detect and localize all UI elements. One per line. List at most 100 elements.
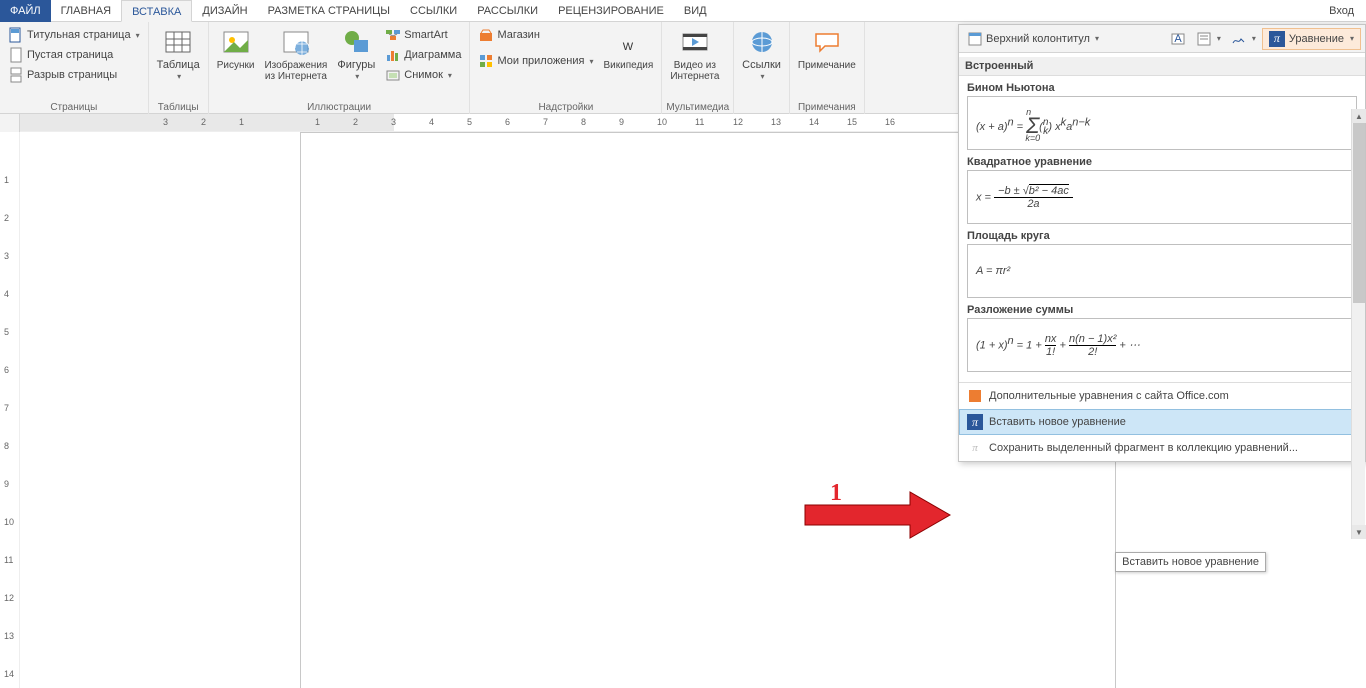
page-break-button[interactable]: Разрыв страницы [4,65,144,85]
equation-dropdown: Верхний колонтитул▾ A ▾ ▾ πУравнение▾ Вс… [958,24,1366,462]
tab-review[interactable]: РЕЦЕНЗИРОВАНИЕ [548,0,674,22]
links-icon [746,26,778,58]
header-button[interactable]: Верхний колонтитул▾ [963,29,1103,49]
shapes-label: Фигуры [337,59,375,71]
smartart-icon [385,27,401,43]
tab-home[interactable]: ГЛАВНАЯ [51,0,121,22]
group-links: Ссылки▾ [734,22,790,114]
table-button[interactable]: Таблица▾ [153,24,204,84]
my-addins-icon [478,53,494,69]
dropdown-arrow-icon: ▾ [177,72,181,81]
dropdown-arrow-icon: ▾ [1095,34,1099,43]
group-pages-label: Страницы [4,102,144,114]
ruler-corner [0,114,20,132]
wikipedia-icon: W [612,26,644,58]
chart-button[interactable]: Диаграмма [381,45,465,65]
pi-icon: π [967,414,983,430]
page-break-icon [8,67,24,83]
online-video-button[interactable]: Видео из Интернета [666,24,723,84]
dropdown-arrow-icon: ▾ [136,31,140,40]
store-button[interactable]: Магазин [474,25,597,45]
my-addins-button[interactable]: Мои приложения ▾ [474,51,597,71]
equation-category-circle: Площадь круга [967,230,1357,242]
screenshot-button[interactable]: Снимок▾ [381,65,465,85]
quickparts-small-button[interactable]: ▾ [1192,29,1225,49]
gallery-scrollbar[interactable]: ▲ ▼ [1351,109,1365,539]
scroll-down-icon[interactable]: ▼ [1352,525,1366,539]
svg-text:W: W [623,41,634,53]
dropdown-arrow-icon: ▾ [448,71,452,80]
equation-item-binomial[interactable]: (x + a)n = Σk=0n(nk) xkan−k [967,96,1357,150]
group-comments-label: Примечания [794,102,860,114]
equation-formula: x = −b ± √b² − 4ac2a [976,185,1073,210]
group-pages: Титульная страница▾ Пустая страница Разр… [0,22,149,114]
quickparts-icon [1196,31,1212,47]
group-illustrations: Рисунки Изображения из Интернета Фигуры▾… [209,22,471,114]
blank-page-label: Пустая страница [27,49,113,61]
dropdown-arrow-icon: ▾ [589,57,593,66]
textbox-icon: A [1170,31,1186,47]
dropdown-arrow-icon: ▾ [1252,34,1256,43]
blank-page-button[interactable]: Пустая страница [4,45,144,65]
wikipedia-button[interactable]: W Википедия [600,24,658,73]
signature-icon [1231,31,1247,47]
cover-page-button[interactable]: Титульная страница▾ [4,25,144,45]
tab-file[interactable]: ФАЙЛ [0,0,51,22]
equation-formula: (x + a)n = Σk=0n(nk) xkan−k [976,110,1090,136]
tab-design[interactable]: ДИЗАЙН [192,0,257,22]
shapes-button[interactable]: Фигуры▾ [333,24,379,84]
tab-view[interactable]: ВИД [674,0,717,22]
cover-page-icon [8,27,24,43]
tab-mailings[interactable]: РАССЫЛКИ [467,0,548,22]
equation-item-expansion[interactable]: (1 + x)n = 1 + nx1! + n(n − 1)x²2! + ⋯ [967,318,1357,372]
annotation-number: 1 [830,480,842,507]
sign-in-link[interactable]: Вход [1317,0,1366,22]
textbox-small-button[interactable]: A [1166,29,1190,49]
comment-button[interactable]: Примечание [794,24,860,73]
annotation-arrow: 1 [800,480,960,543]
dropdown-arrow-icon: ▾ [1217,34,1221,43]
tab-insert[interactable]: ВСТАВКА [121,0,192,22]
table-label: Таблица [157,59,200,71]
equation-gallery: Встроенный Бином Ньютона (x + a)n = Σk=0… [959,53,1365,382]
chart-label: Диаграмма [404,49,461,61]
smartart-label: SmartArt [404,29,447,41]
group-addins: Магазин Мои приложения ▾ W Википедия Надст… [470,22,662,114]
ribbon-tabs: ФАЙЛ ГЛАВНАЯ ВСТАВКА ДИЗАЙН РАЗМЕТКА СТР… [0,0,1366,22]
svg-text:A: A [1174,33,1182,45]
tab-layout[interactable]: РАЗМЕТКА СТРАНИЦЫ [258,0,400,22]
insert-new-equation[interactable]: π Вставить новое уравнение [959,409,1365,435]
group-tables-label: Таблицы [153,102,204,114]
equation-category-expansion: Разложение суммы [967,304,1357,316]
online-pictures-label: Изображения из Интернета [264,60,327,82]
links-button[interactable]: Ссылки▾ [738,24,785,84]
scroll-thumb[interactable] [1353,123,1365,303]
my-addins-label: Мои приложения [497,55,584,67]
comment-label: Примечание [798,60,856,71]
smartart-button[interactable]: SmartArt [381,25,465,45]
video-icon [679,26,711,58]
table-icon [162,26,194,58]
more-equations-office-com[interactable]: Дополнительные уравнения с сайта Office.… [959,383,1365,409]
wikipedia-label: Википедия [604,60,654,71]
save-selection-label: Сохранить выделенный фрагмент в коллекци… [989,442,1298,454]
online-pictures-button[interactable]: Изображения из Интернета [260,24,331,84]
screenshot-icon [385,67,401,83]
save-selection-to-gallery: π Сохранить выделенный фрагмент в коллек… [959,435,1365,461]
equation-button[interactable]: πУравнение▾ [1262,28,1361,50]
equation-item-quadratic[interactable]: x = −b ± √b² − 4ac2a [967,170,1357,224]
vertical-ruler[interactable]: 1234567891011121314 [0,132,20,688]
dropdown-arrow-icon: ▾ [1350,34,1354,43]
equation-formula: (1 + x)n = 1 + nx1! + n(n − 1)x²2! + ⋯ [976,333,1140,358]
equation-item-circle-area[interactable]: A = πr² [967,244,1357,298]
pictures-button[interactable]: Рисунки [213,24,259,73]
scroll-up-icon[interactable]: ▲ [1352,109,1366,123]
signature-small-button[interactable]: ▾ [1227,29,1260,49]
office-icon [967,388,983,404]
links-label: Ссылки [742,59,781,71]
equation-toolbar-row: Верхний колонтитул▾ A ▾ ▾ πУравнение▾ [959,25,1365,53]
tab-references[interactable]: ССЫЛКИ [400,0,467,22]
equation-category-binomial: Бином Ньютона [967,82,1357,94]
group-addins-label: Надстройки [474,102,657,114]
store-label: Магазин [497,29,539,41]
